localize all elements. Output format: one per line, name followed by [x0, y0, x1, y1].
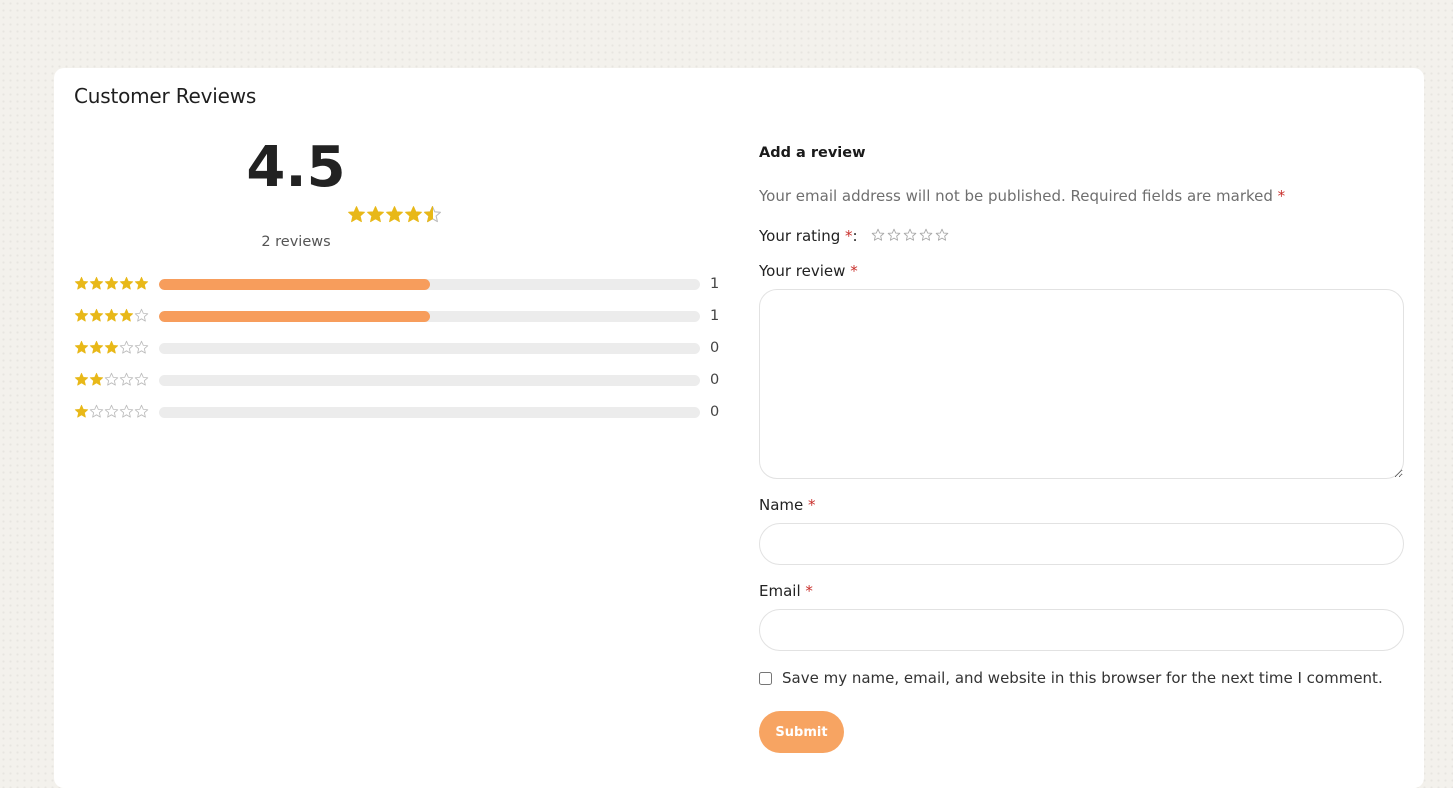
email-label-text: Email [759, 582, 801, 600]
row-stars [74, 308, 149, 323]
row-stars [74, 276, 149, 291]
star-filled-icon [104, 340, 119, 355]
rating-bar-fill [159, 279, 430, 290]
name-label: Name * [759, 496, 816, 514]
rating-count: 1 [710, 276, 720, 292]
reviews-card: Customer Reviews 4.5 2 reviews 1 1 0 0 0 Add… [54, 68, 1424, 788]
rating-breakdown-row-3: 0 [74, 340, 734, 356]
average-rating: 4.5 [246, 135, 346, 200]
row-stars [74, 372, 149, 387]
save-cookies-checkbox[interactable] [759, 671, 772, 685]
rating-label: Your rating *: [759, 227, 858, 245]
star-empty-icon [134, 372, 149, 387]
star-half-icon [423, 205, 442, 224]
star-filled-icon [119, 276, 134, 291]
form-notes: Your email address will not be published… [759, 187, 1285, 205]
star-filled-icon [74, 340, 89, 355]
required-mark: * [845, 227, 853, 245]
rating-picker [871, 228, 951, 242]
section-title: Customer Reviews [74, 84, 257, 108]
rating-breakdown-row-4: 1 [74, 308, 734, 324]
review-label: Your review * [759, 262, 858, 280]
star-filled-icon [89, 340, 104, 355]
rating-breakdown-row-5: 1 [74, 276, 734, 292]
star-empty-icon [104, 404, 119, 419]
rating-breakdown-row-2: 0 [74, 372, 734, 388]
email-field[interactable] [759, 609, 1404, 651]
rating-breakdown-row-1: 0 [74, 404, 734, 420]
star-filled-icon [134, 276, 149, 291]
save-cookies-label: Save my name, email, and website in this… [782, 669, 1383, 687]
star-filled-icon [74, 404, 89, 419]
review-count: 2 reviews [261, 234, 331, 250]
rating-bar-track [159, 343, 700, 354]
rating-label-suffix: : [852, 227, 858, 245]
star-filled-icon [366, 205, 385, 224]
form-title: Add a review [759, 145, 866, 161]
star-filled-icon [89, 372, 104, 387]
rate-star-1-icon[interactable] [871, 228, 885, 242]
star-empty-icon [119, 404, 134, 419]
required-mark: * [850, 262, 858, 280]
rating-bar-track [159, 279, 700, 290]
star-empty-icon [89, 404, 104, 419]
rating-count: 1 [710, 308, 720, 324]
star-filled-icon [74, 308, 89, 323]
required-mark: * [805, 582, 813, 600]
rating-bar-track [159, 375, 700, 386]
star-filled-icon [89, 308, 104, 323]
star-empty-icon [134, 340, 149, 355]
star-filled-icon [104, 276, 119, 291]
rating-label-text: Your rating [759, 227, 841, 245]
average-rating-stars [347, 205, 442, 224]
rating-bar-track [159, 311, 700, 322]
rating-count: 0 [710, 404, 720, 420]
name-field[interactable] [759, 523, 1404, 565]
star-empty-icon [104, 372, 119, 387]
notes-text: Your email address will not be published… [759, 187, 1273, 205]
star-empty-icon [119, 372, 134, 387]
rating-bar-fill [159, 311, 430, 322]
rating-bar-track [159, 407, 700, 418]
email-label: Email * [759, 582, 813, 600]
rate-star-2-icon[interactable] [887, 228, 901, 242]
rating-count: 0 [710, 340, 720, 356]
star-filled-icon [404, 205, 423, 224]
star-filled-icon [119, 308, 134, 323]
star-empty-icon [134, 308, 149, 323]
star-filled-icon [347, 205, 366, 224]
required-mark: * [1277, 187, 1286, 205]
submit-button[interactable]: Submit [759, 711, 844, 753]
save-cookies-option[interactable]: Save my name, email, and website in this… [759, 669, 1383, 687]
row-stars [74, 340, 149, 355]
review-textarea[interactable] [759, 289, 1404, 479]
row-stars [74, 404, 149, 419]
name-label-text: Name [759, 496, 804, 514]
rate-star-4-icon[interactable] [919, 228, 933, 242]
star-filled-icon [104, 308, 119, 323]
rate-star-3-icon[interactable] [903, 228, 917, 242]
star-filled-icon [385, 205, 404, 224]
review-label-text: Your review [759, 262, 846, 280]
rate-star-5-icon[interactable] [935, 228, 949, 242]
star-empty-icon [134, 404, 149, 419]
required-mark: * [808, 496, 816, 514]
star-empty-icon [119, 340, 134, 355]
star-filled-icon [89, 276, 104, 291]
star-filled-icon [74, 276, 89, 291]
star-filled-icon [74, 372, 89, 387]
rating-count: 0 [710, 372, 720, 388]
